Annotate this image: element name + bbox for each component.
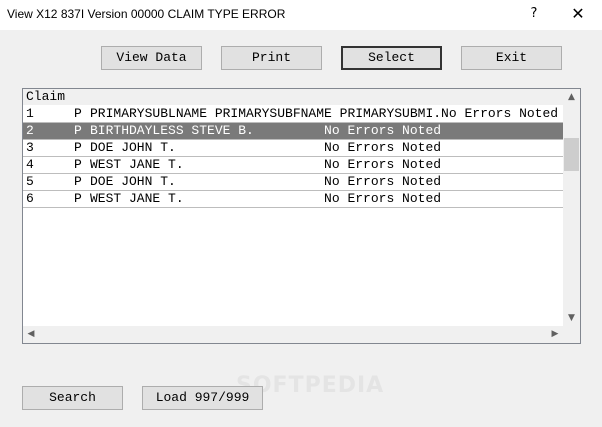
list-item[interactable]: 4 P WEST JANE T. No Errors Noted <box>23 157 563 174</box>
row-type: P <box>74 174 82 189</box>
row-text: WEST JANE T. No Errors Noted <box>90 191 442 206</box>
scroll-right-icon[interactable]: ▶ <box>549 329 561 339</box>
row-text: PRIMARYSUBLNAME PRIMARYSUBFNAME PRIMARYS… <box>90 106 559 121</box>
scrollbar-corner <box>563 326 580 343</box>
load-button[interactable]: Load 997/999 <box>142 386 263 410</box>
list-item[interactable]: 6 P WEST JANE T. No Errors Noted <box>23 191 563 208</box>
scroll-down-icon[interactable]: ▼ <box>563 313 580 323</box>
scroll-up-icon[interactable]: ▲ <box>563 92 580 102</box>
list-header: Claim <box>23 89 563 105</box>
list-item[interactable]: 3 P DOE JOHN T. No Errors Noted <box>23 140 563 157</box>
row-number: 3 <box>26 140 34 155</box>
row-type: P <box>74 157 82 172</box>
help-icon[interactable]: ? <box>514 0 554 30</box>
window-title: View X12 837I Version 00000 CLAIM TYPE E… <box>7 7 286 21</box>
list-item[interactable]: 1 P PRIMARYSUBLNAME PRIMARYSUBFNAME PRIMAR… <box>23 106 563 123</box>
list-item[interactable]: 5 P DOE JOHN T. No Errors Noted <box>23 174 563 191</box>
print-button[interactable]: Print <box>221 46 322 70</box>
vertical-scrollbar[interactable]: ▲ ▼ <box>563 89 580 326</box>
app-window: View X12 837I Version 00000 CLAIM TYPE E… <box>0 0 602 427</box>
list-item[interactable]: 2 P BIRTHDAYLESS STEVE B. No Errors Noted <box>23 123 563 140</box>
row-number: 4 <box>26 157 34 172</box>
claim-rows: 1 P PRIMARYSUBLNAME PRIMARYSUBFNAME PRIMAR… <box>23 106 563 208</box>
title-bar: View X12 837I Version 00000 CLAIM TYPE E… <box>0 0 602 30</box>
row-number: 2 <box>26 123 34 138</box>
row-number: 1 <box>26 106 34 121</box>
row-number: 6 <box>26 191 34 206</box>
row-type: P <box>74 123 82 138</box>
claim-list[interactable]: Claim 1 P PRIMARYSUBLNAME PRIMARYSUBFNAME … <box>22 88 581 344</box>
row-type: P <box>74 191 82 206</box>
row-text: DOE JOHN T. No Errors Noted <box>90 174 442 189</box>
row-text: WEST JANE T. No Errors Noted <box>90 157 442 172</box>
row-type: P <box>74 140 82 155</box>
view-data-button[interactable]: View Data <box>101 46 202 70</box>
select-button[interactable]: Select <box>341 46 442 70</box>
row-text: BIRTHDAYLESS STEVE B. No Errors Noted <box>90 123 442 138</box>
close-icon[interactable]: ✕ <box>558 0 598 30</box>
exit-button[interactable]: Exit <box>461 46 562 70</box>
search-button[interactable]: Search <box>22 386 123 410</box>
row-text: DOE JOHN T. No Errors Noted <box>90 140 442 155</box>
horizontal-scrollbar[interactable]: ◀ ▶ <box>23 326 563 343</box>
scroll-left-icon[interactable]: ◀ <box>25 329 37 339</box>
vertical-scroll-thumb[interactable] <box>564 138 579 171</box>
row-type: P <box>74 106 82 121</box>
row-number: 5 <box>26 174 34 189</box>
